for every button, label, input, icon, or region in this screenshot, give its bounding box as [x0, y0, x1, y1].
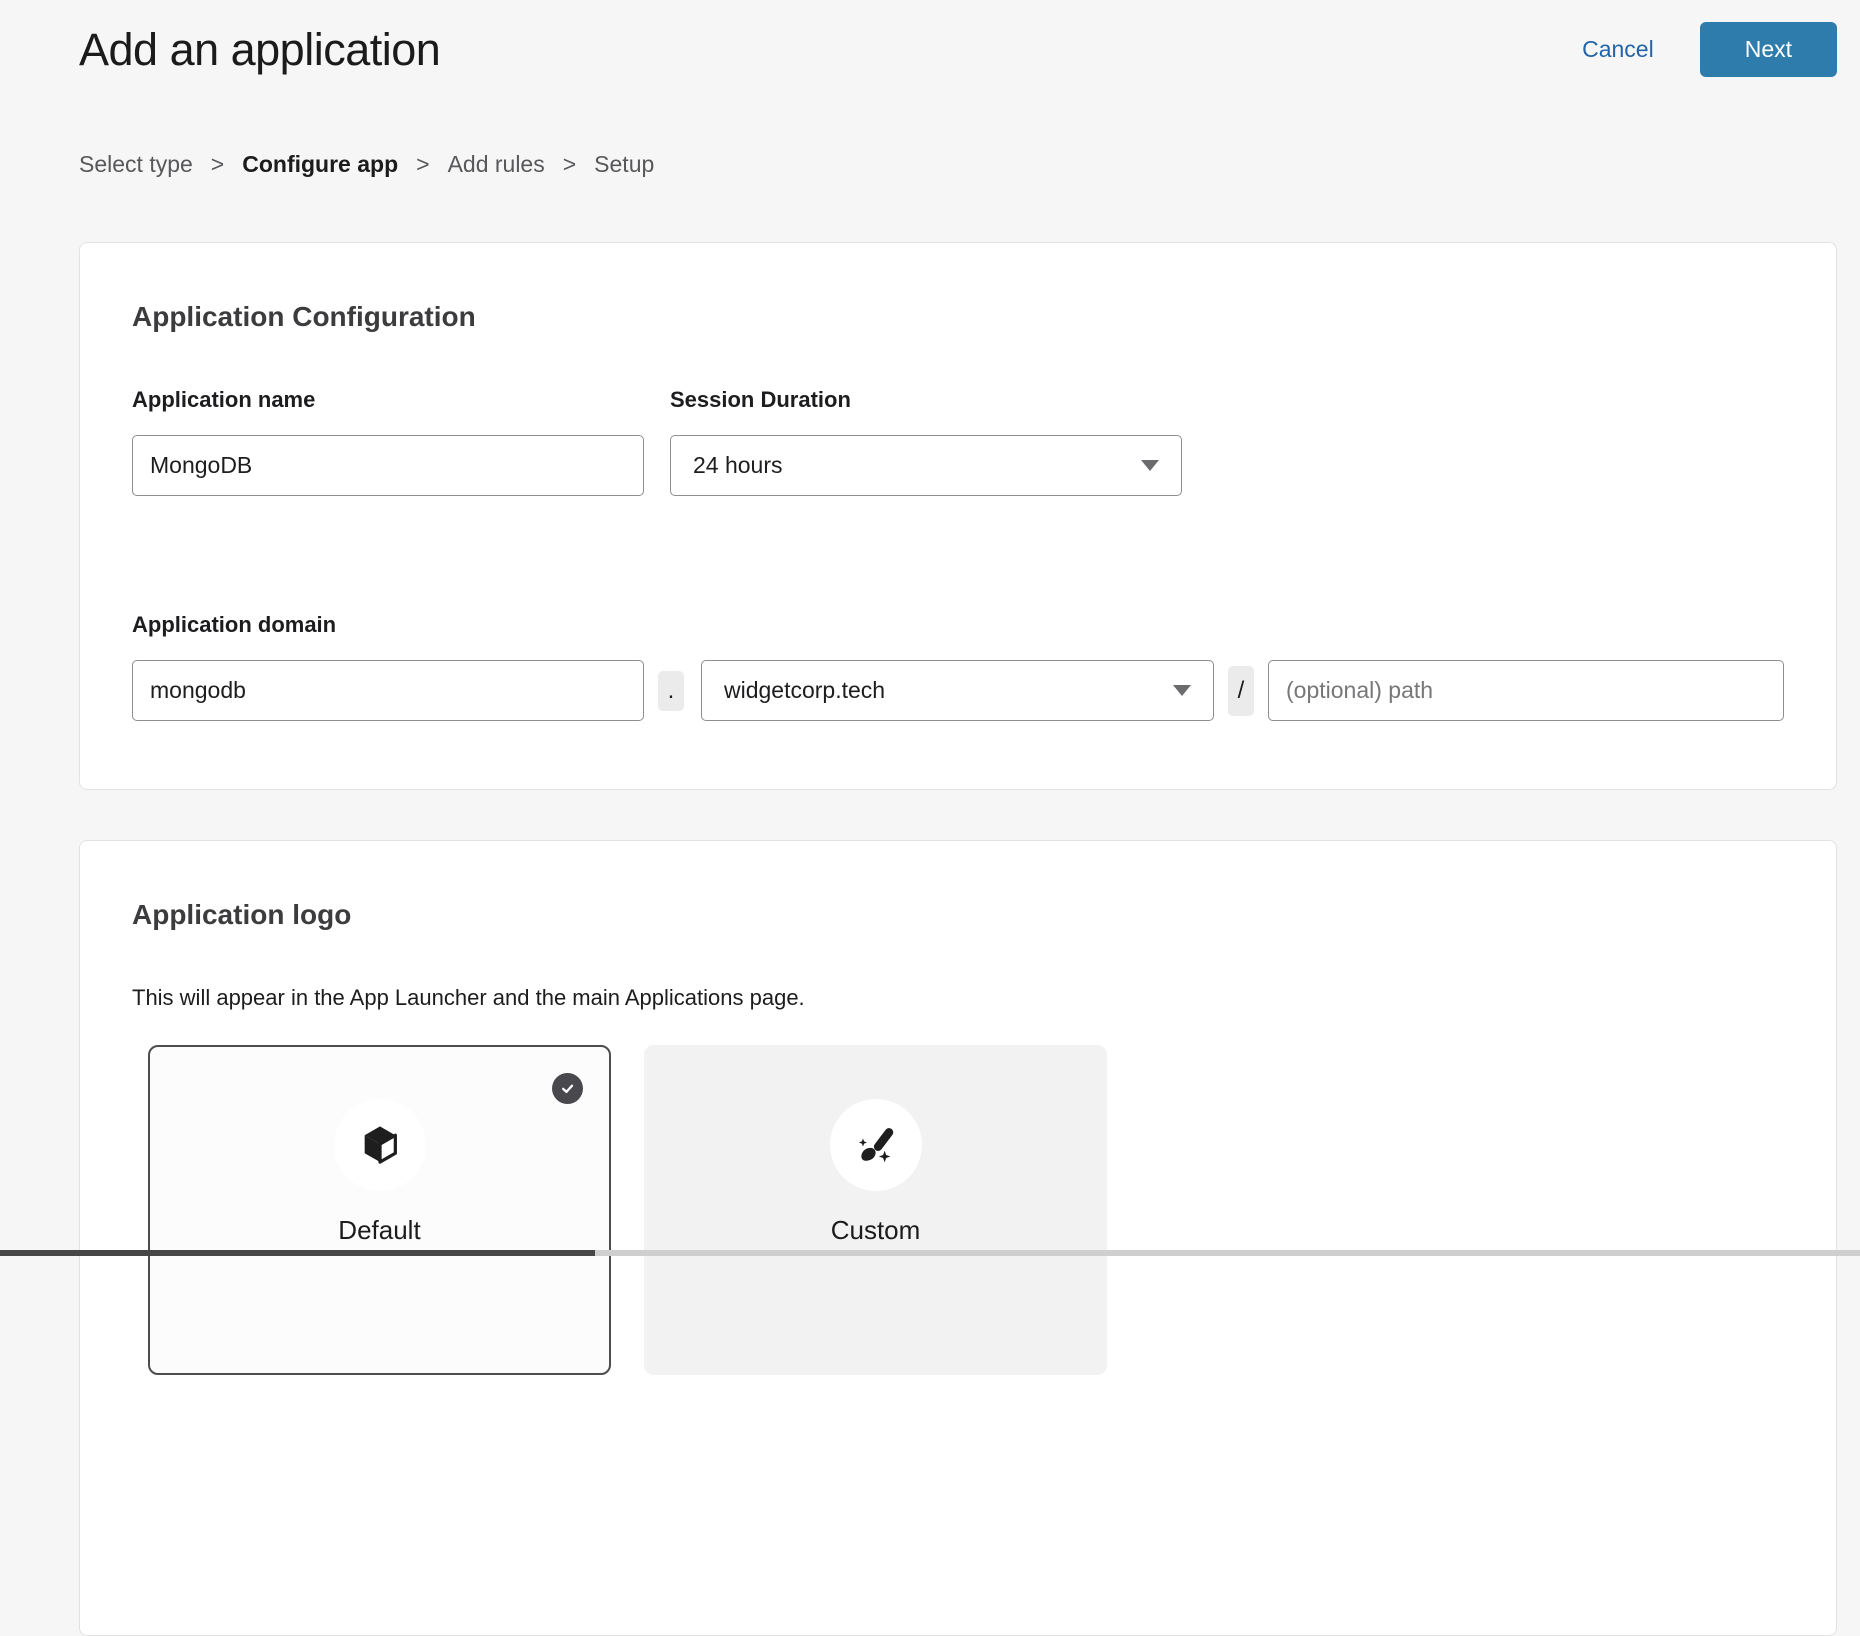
step-add-rules[interactable]: Add rules — [448, 151, 545, 178]
step-separator-icon: > — [563, 151, 576, 178]
default-logo-circle — [334, 1099, 426, 1191]
logo-options-row: Default Custom — [132, 1045, 1784, 1375]
application-logo-card: Application logo This will appear in the… — [79, 840, 1837, 1636]
dot-separator: . — [658, 671, 684, 711]
cube-icon — [357, 1122, 403, 1168]
step-setup[interactable]: Setup — [594, 151, 654, 178]
application-name-label: Application name — [132, 387, 644, 413]
session-duration-label: Session Duration — [670, 387, 1182, 413]
step-select-type[interactable]: Select type — [79, 151, 193, 178]
cancel-button[interactable]: Cancel — [1582, 36, 1654, 63]
logo-option-custom[interactable]: Custom — [644, 1045, 1107, 1375]
chevron-down-icon — [1141, 460, 1159, 471]
application-domain-label: Application domain — [132, 612, 1784, 638]
add-application-page: Add an application Cancel Next Select ty… — [0, 0, 1860, 1636]
application-name-field-group: Application name — [132, 387, 644, 496]
selected-check-icon — [552, 1073, 583, 1104]
logo-option-default[interactable]: Default — [148, 1045, 611, 1375]
next-button[interactable]: Next — [1700, 22, 1837, 77]
logo-card-description: This will appear in the App Launcher and… — [132, 985, 1784, 1011]
custom-logo-circle — [830, 1099, 922, 1191]
chevron-down-icon — [1173, 685, 1191, 696]
application-configuration-card: Application Configuration Application na… — [79, 242, 1837, 790]
domain-select-value: widgetcorp.tech — [724, 677, 1173, 704]
step-separator-icon: > — [211, 151, 224, 178]
path-input[interactable] — [1268, 660, 1784, 721]
subdomain-input[interactable] — [132, 660, 644, 721]
progress-bar-fill — [0, 1250, 595, 1256]
default-option-label: Default — [150, 1215, 609, 1246]
domain-select[interactable]: widgetcorp.tech — [701, 660, 1214, 721]
logo-card-heading: Application logo — [132, 899, 1784, 931]
session-duration-select[interactable]: 24 hours — [670, 435, 1182, 496]
paintbrush-sparkles-icon — [853, 1122, 899, 1168]
session-duration-value: 24 hours — [693, 452, 1141, 479]
step-separator-icon: > — [416, 151, 429, 178]
page-title: Add an application — [79, 24, 1582, 76]
wizard-steps: Select type > Configure app > Add rules … — [79, 151, 1837, 178]
configuration-card-heading: Application Configuration — [132, 301, 1784, 333]
page-header: Add an application Cancel Next — [79, 0, 1837, 77]
slash-separator: / — [1228, 666, 1254, 716]
progress-bar[interactable] — [0, 1250, 1860, 1256]
application-domain-field-group: Application domain . widgetcorp.tech / — [132, 612, 1784, 721]
step-configure-app[interactable]: Configure app — [242, 151, 398, 178]
application-domain-row: . widgetcorp.tech / — [132, 660, 1784, 721]
custom-option-label: Custom — [646, 1215, 1105, 1246]
application-name-input[interactable] — [132, 435, 644, 496]
name-duration-row: Application name Session Duration 24 hou… — [132, 387, 1784, 496]
session-duration-field-group: Session Duration 24 hours — [670, 387, 1182, 496]
